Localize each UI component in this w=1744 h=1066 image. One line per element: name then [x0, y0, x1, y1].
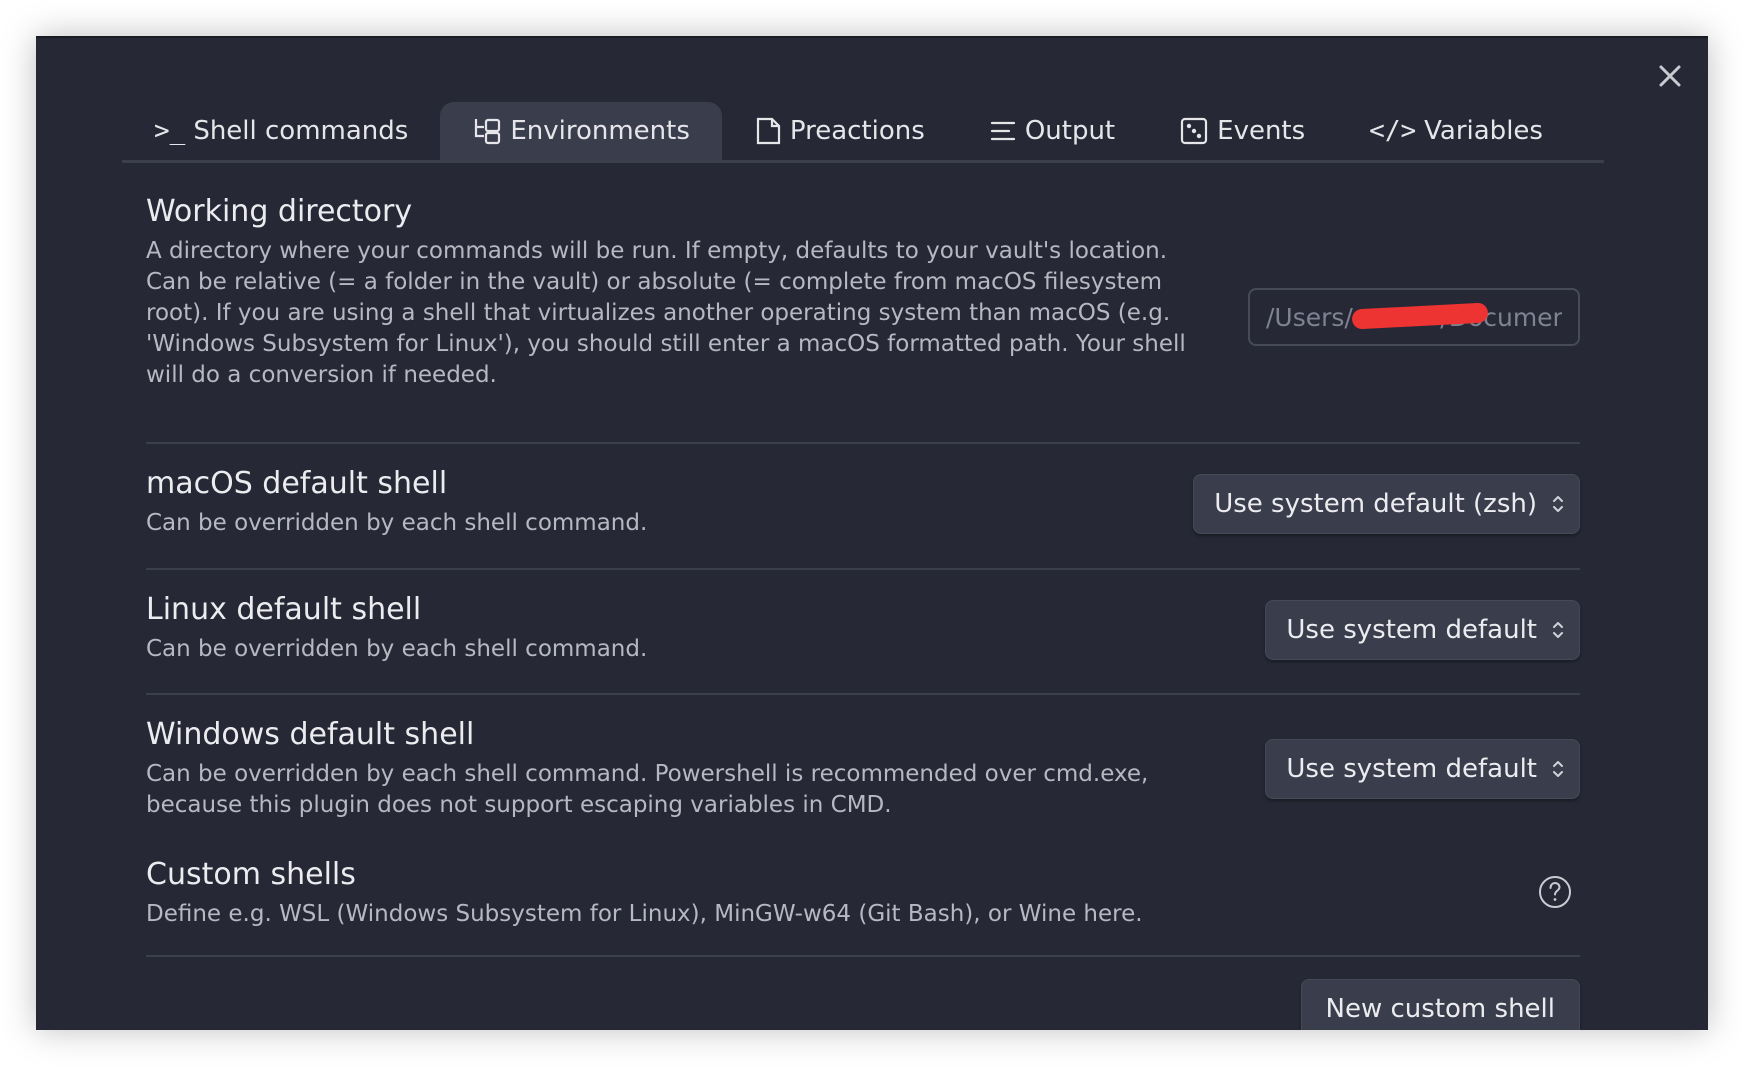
tab-label: Environments — [510, 116, 690, 146]
tree-icon — [472, 116, 502, 146]
tab-label: Output — [1024, 116, 1116, 146]
settings-modal: >_ Shell commands Environments Preaction… — [36, 36, 1708, 1030]
close-icon[interactable] — [1656, 62, 1684, 90]
tab-preactions[interactable]: Preactions — [722, 102, 957, 160]
windows-shell-control: Use system default — [1265, 739, 1580, 799]
windows-shell-select[interactable]: Use system default — [1265, 739, 1580, 799]
linux-shell-control: Use system default — [1265, 600, 1580, 660]
setting-name: Custom shells — [146, 857, 356, 892]
tab-bar: >_ Shell commands Environments Preaction… — [122, 102, 1604, 163]
select-value: Use system default — [1286, 754, 1537, 784]
custom-shell-actions: New custom shell — [146, 957, 1580, 1030]
macos-shell-control: Use system default (zsh) — [1193, 474, 1580, 534]
question-circle-icon[interactable] — [1538, 875, 1572, 909]
working-directory-field-wrap — [1248, 288, 1580, 346]
macos-shell-select[interactable]: Use system default (zsh) — [1193, 474, 1580, 534]
tab-label: Preactions — [789, 116, 925, 146]
setting-custom-shells: Custom shells Define e.g. WSL (Windows S… — [146, 845, 1580, 957]
chevron-up-down-icon — [1551, 493, 1565, 515]
document-icon — [754, 116, 782, 146]
code-icon: </> — [1369, 116, 1417, 146]
setting-description: Define e.g. WSL (Windows Subsystem for L… — [146, 901, 1143, 927]
setting-name: Working directory — [146, 194, 413, 229]
terminal-icon: >_ — [154, 116, 186, 146]
tab-environments[interactable]: Environments — [440, 102, 722, 160]
setting-macos-shell: macOS default shell Can be overridden by… — [146, 444, 1580, 570]
setting-linux-shell: Linux default shell Can be overridden by… — [146, 570, 1580, 695]
tab-label: Variables — [1424, 116, 1543, 146]
linux-shell-select[interactable]: Use system default — [1265, 600, 1580, 660]
chevron-up-down-icon — [1551, 619, 1565, 641]
setting-description: Can be overridden by each shell command.… — [146, 761, 1149, 818]
dice-icon — [1179, 116, 1209, 146]
lines-icon — [989, 117, 1017, 145]
tab-label: Events — [1217, 116, 1306, 146]
tab-output[interactable]: Output — [957, 102, 1147, 160]
chevron-up-down-icon — [1551, 758, 1565, 780]
settings-list: Working directory A directory where your… — [146, 178, 1580, 1030]
select-value: Use system default — [1286, 615, 1537, 645]
setting-windows-shell: Windows default shell Can be overridden … — [146, 695, 1580, 845]
setting-working-directory: Working directory A directory where your… — [146, 178, 1580, 444]
tab-variables[interactable]: </> Variables — [1337, 102, 1575, 160]
tab-events[interactable]: Events — [1147, 102, 1337, 160]
tab-label: Shell commands — [193, 116, 409, 146]
select-value: Use system default (zsh) — [1214, 489, 1537, 519]
setting-description: A directory where your commands will be … — [146, 238, 1186, 388]
new-custom-shell-button[interactable]: New custom shell — [1300, 979, 1580, 1030]
tab-shell-commands[interactable]: >_ Shell commands — [122, 102, 440, 160]
